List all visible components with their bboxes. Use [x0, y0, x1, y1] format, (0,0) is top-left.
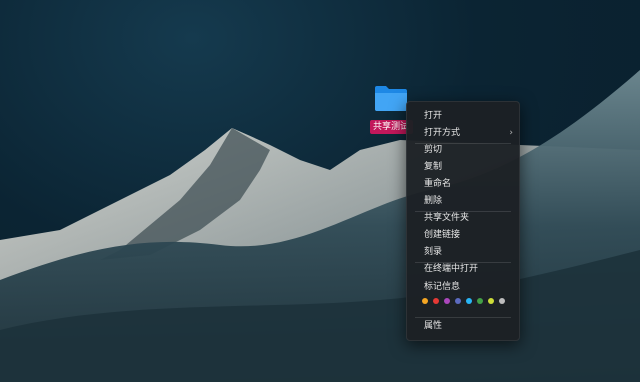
- tag-color-dot[interactable]: [477, 298, 483, 304]
- menu-item-label: 共享文件夹: [424, 213, 470, 223]
- menu-item-label: 属性: [424, 321, 443, 331]
- menu-item-burn[interactable]: 刻录: [407, 244, 519, 260]
- menu-item-label: 打开方式: [424, 128, 461, 138]
- menu-item-label: 复制: [424, 162, 443, 172]
- menu-item-rename[interactable]: 重命名: [407, 176, 519, 192]
- tag-color-dot[interactable]: [455, 298, 461, 304]
- menu-item-copy[interactable]: 复制: [407, 159, 519, 175]
- menu-item-delete[interactable]: 删除: [407, 193, 519, 209]
- menu-item-label: 刻录: [424, 247, 443, 257]
- tag-color-dot[interactable]: [433, 298, 439, 304]
- menu-item-open[interactable]: 打开: [407, 108, 519, 124]
- folder-icon: [375, 86, 407, 111]
- wallpaper-mountain: [0, 70, 640, 382]
- menu-item-label: 标记信息: [424, 282, 461, 292]
- tag-color-picker: [422, 298, 512, 308]
- menu-item-label: 创建链接: [424, 230, 461, 240]
- menu-item-properties[interactable]: 属性: [407, 318, 519, 334]
- menu-item-label: 打开: [424, 111, 443, 121]
- tag-color-dot[interactable]: [422, 298, 428, 304]
- tag-color-dot[interactable]: [444, 298, 450, 304]
- menu-item-cut[interactable]: 剪切: [407, 142, 519, 158]
- menu-item-tag-info[interactable]: 标记信息: [407, 279, 519, 295]
- menu-item-share-folder[interactable]: 共享文件夹: [407, 210, 519, 226]
- desktop-folder[interactable]: 共享测试: [370, 84, 413, 134]
- menu-item-label: 重命名: [424, 179, 452, 189]
- desktop: 共享测试 打开 打开方式 › 剪切 复制 重命名 删除 共享文件夹 创建链接 刻…: [0, 0, 640, 382]
- menu-item-label: 在终端中打开: [424, 264, 479, 274]
- menu-item-label: 剪切: [424, 145, 443, 155]
- menu-item-create-link[interactable]: 创建链接: [407, 227, 519, 243]
- tag-color-dot[interactable]: [488, 298, 494, 304]
- menu-item-label: 删除: [424, 196, 443, 206]
- menu-item-open-in-terminal[interactable]: 在终端中打开: [407, 261, 519, 277]
- chevron-right-icon: ›: [509, 128, 513, 138]
- tag-color-dot[interactable]: [499, 298, 505, 304]
- tag-color-dot[interactable]: [466, 298, 472, 304]
- context-menu: 打开 打开方式 › 剪切 复制 重命名 删除 共享文件夹 创建链接 刻录 在终端…: [406, 101, 520, 341]
- menu-item-open-with[interactable]: 打开方式 ›: [407, 125, 519, 141]
